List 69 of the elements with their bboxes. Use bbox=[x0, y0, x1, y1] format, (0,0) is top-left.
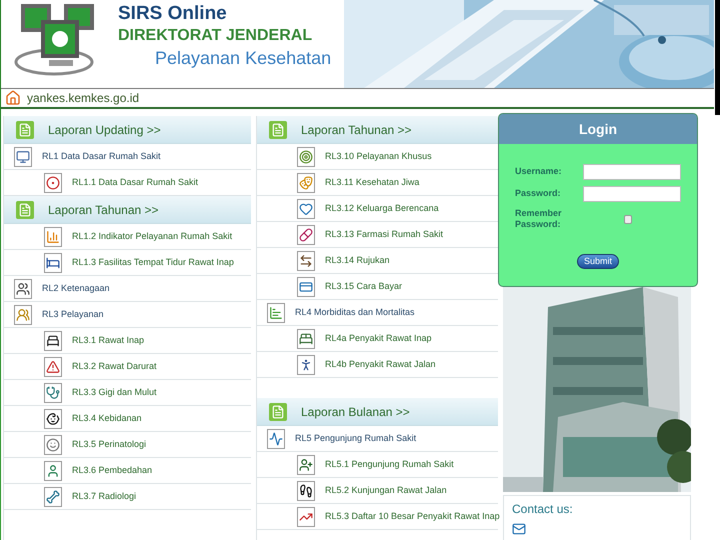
bed-icon bbox=[44, 330, 62, 350]
report-link[interactable]: RL3.10 Pelayanan Khusus bbox=[325, 150, 432, 164]
masks-icon bbox=[297, 172, 315, 192]
report-link[interactable]: RL3.13 Farmasi Rumah Sakit bbox=[325, 228, 444, 242]
department-name: Pelayanan Kesehatan bbox=[154, 47, 332, 69]
group-icon bbox=[14, 304, 32, 324]
site-address[interactable]: yankes.kemkes.go.id bbox=[27, 89, 140, 107]
footprints-icon bbox=[297, 480, 315, 500]
computer-icon bbox=[14, 146, 32, 166]
pill-icon bbox=[297, 224, 315, 244]
report-link[interactable]: RL5.1 Pengunjung Rumah Sakit bbox=[325, 458, 454, 472]
report-link[interactable]: RL4a Penyakit Rawat Inap bbox=[325, 332, 432, 346]
bar-chart-icon bbox=[267, 302, 285, 322]
field-label: Remember Password: bbox=[515, 208, 563, 230]
report-link[interactable]: RL3.4 Kebidanan bbox=[72, 412, 142, 426]
person-plus-icon bbox=[297, 454, 315, 474]
report-link[interactable]: RL5 Pengunjung Rumah Sakit bbox=[295, 432, 416, 446]
pulse-icon bbox=[267, 428, 285, 448]
remember-checkbox[interactable] bbox=[624, 214, 632, 224]
document-icon bbox=[16, 200, 34, 218]
home-icon[interactable] bbox=[5, 90, 21, 106]
people-icon bbox=[14, 278, 32, 298]
bone-icon bbox=[44, 486, 62, 506]
report-link[interactable]: RL3.15 Cara Bayar bbox=[325, 280, 402, 294]
report-link[interactable]: RL3.6 Pembedahan bbox=[72, 464, 152, 478]
contact-heading: Contact us: bbox=[512, 501, 574, 518]
site-subtitle: DIREKTORAT JENDERAL bbox=[118, 26, 314, 46]
target-icon bbox=[44, 172, 62, 192]
report-link[interactable]: RL3.12 Keluarga Berencana bbox=[325, 202, 439, 216]
report-link[interactable]: RL3.11 Kesehatan Jiwa bbox=[325, 176, 420, 190]
report-link[interactable]: RL3.14 Rujukan bbox=[325, 254, 390, 268]
arrows-icon bbox=[297, 250, 315, 270]
submit-button[interactable]: Submit bbox=[576, 254, 619, 269]
baby-icon bbox=[44, 408, 62, 428]
report-link[interactable]: RL4 Morbiditas dan Mortalitas bbox=[295, 306, 415, 320]
report-link[interactable]: RL1 Data Dasar Rumah Sakit bbox=[42, 150, 161, 164]
report-link[interactable]: RL3.2 Rawat Darurat bbox=[72, 360, 157, 374]
report-link[interactable]: RL1.2 Indikator Pelayanan Rumah Sakit bbox=[72, 230, 232, 244]
bed-icon bbox=[297, 328, 315, 348]
document-icon bbox=[16, 120, 34, 138]
report-link[interactable]: RL3.5 Perinatologi bbox=[72, 438, 146, 452]
report-link[interactable]: RL3.1 Rawat Inap bbox=[72, 334, 144, 348]
bed-icon bbox=[44, 252, 62, 272]
person-icon bbox=[44, 460, 62, 480]
bar-chart-icon bbox=[44, 226, 62, 246]
target-icon bbox=[297, 146, 315, 166]
report-link[interactable]: RL2 Ketenagaan bbox=[42, 282, 110, 296]
report-link[interactable]: RL3 Pelayanan bbox=[42, 308, 104, 322]
report-link[interactable]: RL5.3 Daftar 10 Besar Penyakit Rawat Inap bbox=[325, 510, 500, 524]
trend-chart-icon bbox=[297, 506, 315, 526]
report-link[interactable]: RL4b Penyakit Rawat Jalan bbox=[325, 358, 436, 372]
field-label: Password: bbox=[515, 187, 562, 200]
smiley-icon bbox=[44, 434, 62, 454]
document-icon bbox=[269, 402, 287, 420]
warning-icon bbox=[44, 356, 62, 376]
password-field[interactable] bbox=[583, 186, 681, 202]
login-title: Login bbox=[578, 120, 618, 139]
mail-icon bbox=[512, 522, 526, 536]
document-icon bbox=[269, 120, 287, 138]
stethoscope-icon bbox=[44, 382, 62, 402]
report-link[interactable]: RL3.7 Radiologi bbox=[72, 490, 136, 504]
site-title: SIRS Online bbox=[118, 3, 228, 25]
report-link[interactable]: RL5.2 Kunjungan Rawat Jalan bbox=[325, 484, 447, 498]
username-field[interactable] bbox=[583, 164, 681, 180]
card-icon bbox=[297, 276, 315, 296]
field-label: Username: bbox=[515, 165, 563, 178]
report-link[interactable]: RL1.3 Fasilitas Tempat Tidur Rawat Inap bbox=[72, 256, 234, 270]
report-link[interactable]: RL3.3 Gigi dan Mulut bbox=[72, 386, 157, 400]
report-link[interactable]: RL1.1 Data Dasar Rumah Sakit bbox=[72, 176, 198, 190]
